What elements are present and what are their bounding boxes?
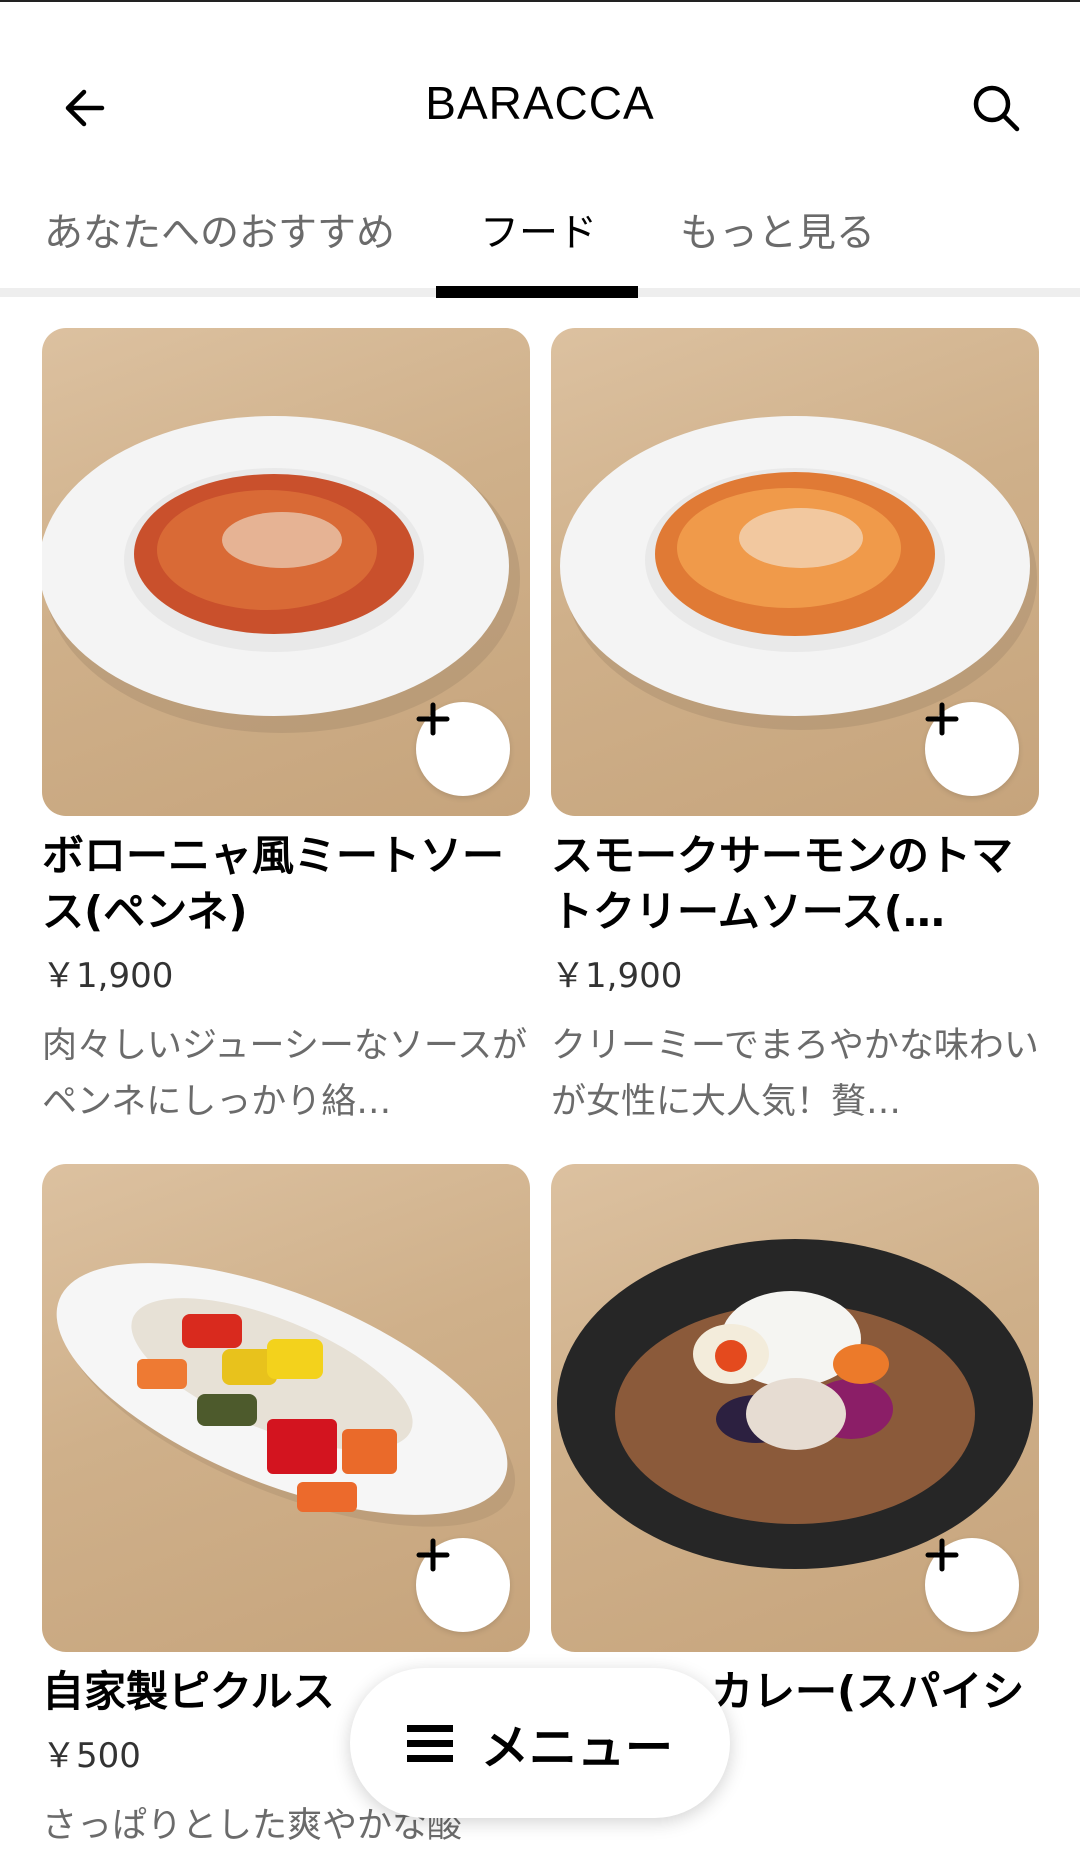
menu-button[interactable]: メニュー [350,1668,730,1818]
page-title: BARACCA [425,77,655,129]
item-price: ￥1,900 [42,956,174,996]
item-description: 肉々しいジューシーなソースがペンネにしっかり絡… [42,1026,528,1122]
plus-icon [416,702,450,736]
item-price: ￥1,900 [551,956,683,996]
tab-food[interactable]: フード [480,202,597,258]
hamburger-icon [406,1725,453,1762]
add-to-cart-button[interactable] [925,1538,1019,1632]
item-description: クリーミーでまろやかな味わいが女性に大人気！贅… [551,1026,1039,1122]
item-name: ボローニャ風ミートソース(ペンネ) [42,831,505,936]
spicy-curry-photo [551,1164,1039,1652]
active-tab-indicator [436,286,638,298]
plus-icon [925,1538,959,1572]
penne-meat-sauce-photo [42,328,530,816]
category-tabs: あなたへのおすすめ フード もっと見る [0,190,1080,298]
add-to-cart-button[interactable] [925,702,1019,796]
menu-button-label: メニュー [480,1720,673,1776]
menu-item-card[interactable]: ボローニャ風ミートソース(ペンネ) ￥1,900 肉々しいジューシーなソースがペ… [42,328,530,1130]
item-name: スモークサーモンのトマトクリームソース(… [551,831,1014,936]
store-menu-page: BARACCA あなたへのおすすめ フード もっと見る ボローニャ風ミートソース… [0,0,1080,1871]
search-button[interactable] [956,68,1036,148]
search-icon [973,85,1020,132]
homemade-pickles-photo [42,1164,530,1652]
plus-icon [416,1538,450,1572]
smoked-salmon-tomato-cream-penne-photo [551,328,1039,816]
tab-recommended[interactable]: あなたへのおすすめ [44,202,395,258]
menu-item-card[interactable]: スモークサーモンのトマトクリームソース(… ￥1,900 クリーミーでまろやかな… [551,328,1039,1130]
add-to-cart-button[interactable] [416,702,510,796]
plus-icon [925,702,959,736]
add-to-cart-button[interactable] [416,1538,510,1632]
tab-more[interactable]: もっと見る [680,202,875,258]
header: BARACCA [0,0,1080,175]
